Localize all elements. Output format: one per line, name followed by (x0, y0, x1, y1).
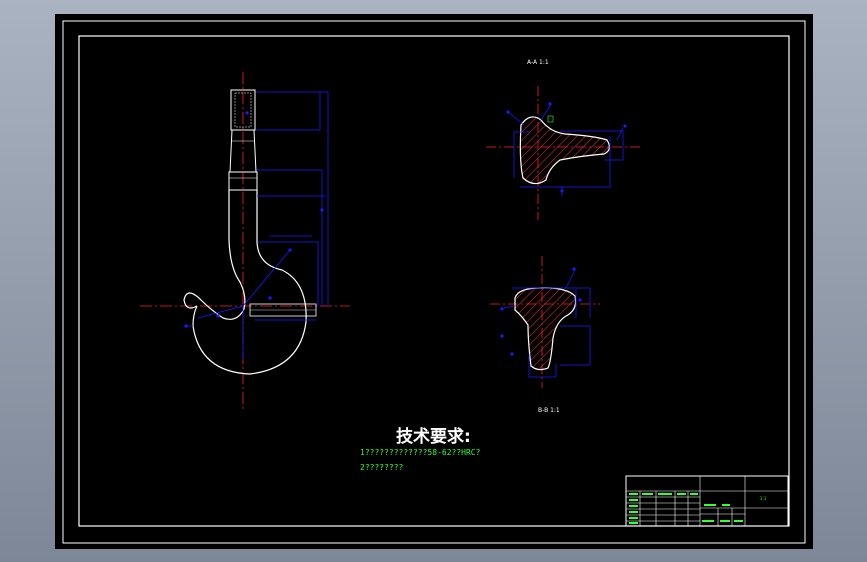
requirement-line-2: 2???????? (360, 463, 404, 472)
cad-viewport[interactable]: A-A 1:1 B-B 1:1 技术要求: 1?????????????58-6… (0, 0, 867, 562)
requirement-line-1: 1?????????????58-62??HRC? (360, 448, 481, 457)
section-aa-label: A-A 1:1 (527, 59, 549, 66)
requirements-heading: 技术要求: (396, 426, 471, 447)
title-block-scale: 1:1 (760, 496, 767, 501)
section-bb-label: B-B 1:1 (538, 407, 560, 414)
drawing-canvas (55, 14, 813, 549)
